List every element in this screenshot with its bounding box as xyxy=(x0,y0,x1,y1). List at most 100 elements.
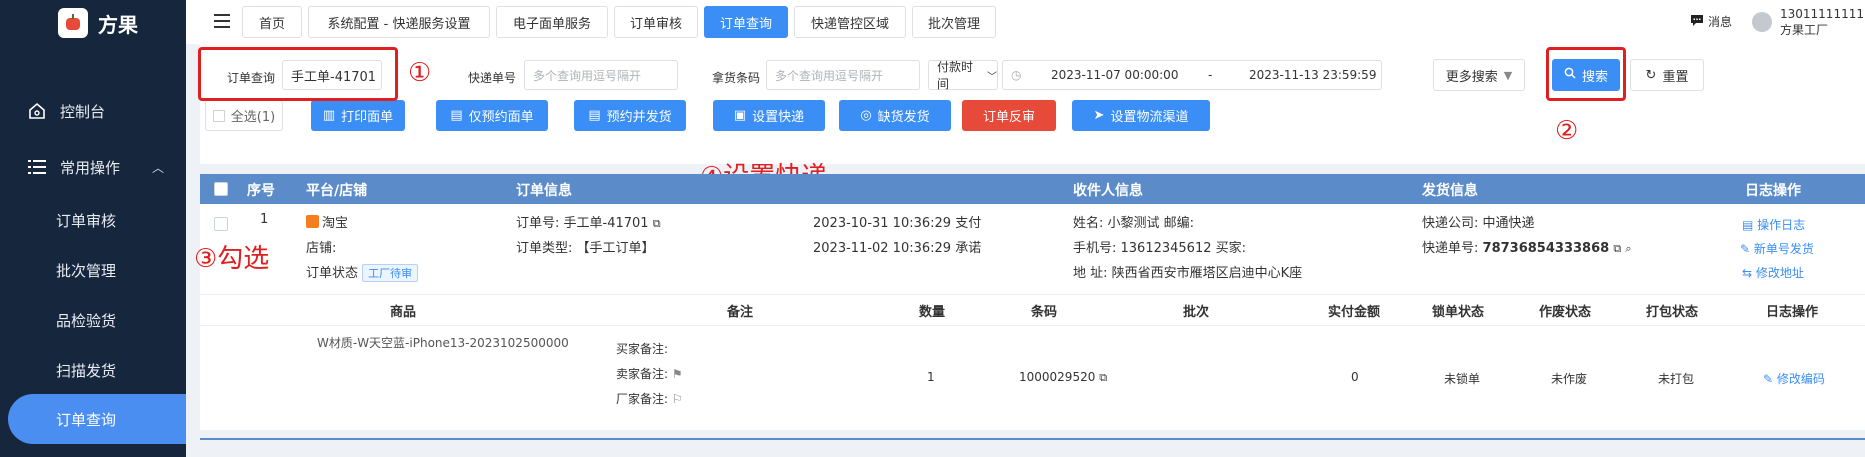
chat-icon xyxy=(1690,14,1704,30)
tab-e-waybill[interactable]: 电子面单服务 xyxy=(496,6,608,38)
header-checkbox[interactable] xyxy=(214,182,228,196)
messages-label: 消息 xyxy=(1708,15,1733,29)
col-product-log: 日志操作 xyxy=(1766,305,1819,320)
app-logo: 方果 xyxy=(0,0,186,46)
sidebar-item-scan-ship[interactable]: 扫描发货 xyxy=(0,360,186,381)
taobao-icon xyxy=(306,215,319,228)
sidebar-item-order-review[interactable]: 订单审核 xyxy=(0,210,186,231)
edit-address-link[interactable]: ⇆ 修改地址 xyxy=(1742,264,1804,281)
sidebar-item-dashboard[interactable]: 控制台 xyxy=(0,96,186,126)
tab-order-query[interactable]: 订单查询 xyxy=(704,6,788,38)
lock-status: 未锁单 xyxy=(1444,372,1481,386)
sidebar-item-inspection[interactable]: 品检验货 xyxy=(0,310,186,331)
print-waybill-button[interactable]: ▥ 打印面单 xyxy=(311,100,405,131)
list-icon xyxy=(26,156,48,178)
avatar[interactable] xyxy=(1752,12,1772,32)
date-start: 2023-11-07 00:00:00 xyxy=(1051,68,1179,82)
select-all-checkbox[interactable]: 全选(1) xyxy=(205,100,283,131)
express-company: 快递公司: 中通快递 xyxy=(1422,216,1535,231)
col-barcode: 条码 xyxy=(1031,305,1058,320)
flag-icon[interactable]: ⚑ xyxy=(672,367,683,381)
out-stock-ship-button[interactable]: ◎ 缺货发货 xyxy=(839,100,951,131)
reset-button[interactable]: ↻ 重置 xyxy=(1630,59,1704,91)
top-bar: 首页 系统配置 - 快递服务设置 电子面单服务 订单审核 订单查询 快递管控区域… xyxy=(186,0,1865,44)
tab-express-area[interactable]: 快递管控区域 xyxy=(794,6,906,38)
home-icon xyxy=(26,100,48,122)
user-info[interactable]: 13011111111 方果工厂 xyxy=(1780,6,1864,38)
time-type-select[interactable]: 付款时间 ﹀ xyxy=(928,60,998,91)
reserve-only-button[interactable]: ▤ 仅预约面单 xyxy=(436,100,548,131)
sidebar-item-batch[interactable]: 批次管理 xyxy=(0,260,186,281)
edit-icon: ✎ xyxy=(1763,372,1774,386)
order-number: 订单号: 手工单-41701 ⧉ xyxy=(516,212,661,231)
promised-time: 2023-11-02 10:36:29 承诺 xyxy=(813,241,982,256)
barcode-input[interactable]: 多个查询用逗号隔开 xyxy=(766,60,920,90)
more-search-label: 更多搜索 xyxy=(1445,69,1498,85)
date-range-picker[interactable]: ◷ 2023-11-07 00:00:00 - 2023-11-13 23:59… xyxy=(1002,60,1382,90)
send-icon: ➤ xyxy=(1093,108,1105,123)
annotation-1: ① xyxy=(408,58,432,88)
sidebar-item-label: 控制台 xyxy=(60,102,106,121)
table-header: 序号 平台/店铺 订单信息 收件人信息 发货信息 日志操作 xyxy=(200,174,1865,204)
col-index: 序号 xyxy=(247,183,275,199)
sidebar-group-common[interactable]: 常用操作 ︿ xyxy=(0,152,186,182)
col-note: 备注 xyxy=(727,305,754,320)
operation-log-link[interactable]: ▤ 操作日志 xyxy=(1742,216,1805,233)
col-amount: 实付金额 xyxy=(1328,305,1381,320)
col-shipping: 发货信息 xyxy=(1422,183,1478,199)
tracking-input[interactable]: 多个查询用逗号隔开 xyxy=(524,60,678,90)
order-type: 订单类型: 【手工订单】 xyxy=(516,241,655,256)
caret-down-icon: ▼ xyxy=(1503,68,1513,82)
date-separator: - xyxy=(1208,68,1213,82)
tab-batch[interactable]: 批次管理 xyxy=(912,6,996,38)
barcode-icon: ▥ xyxy=(322,108,336,123)
col-platform: 平台/店铺 xyxy=(306,183,368,199)
barcode-label: 拿货条码 xyxy=(712,71,761,85)
print-label: 打印面单 xyxy=(341,110,394,125)
col-log: 日志操作 xyxy=(1745,183,1801,199)
flag-icon[interactable]: ⚐ xyxy=(672,392,683,406)
set-channel-button[interactable]: ➤ 设置物流渠道 xyxy=(1072,100,1210,131)
buyer-note: 买家备注: xyxy=(616,342,669,356)
new-tracking-link[interactable]: ✎ 新单号发货 xyxy=(1740,240,1814,257)
chevron-up-icon: ︿ xyxy=(151,160,164,175)
reset-button-label: 重置 xyxy=(1662,69,1689,85)
reserve-ship-button[interactable]: ▤ 预约并发货 xyxy=(574,100,686,131)
more-search-button[interactable]: 更多搜索 ▼ xyxy=(1433,59,1525,91)
refresh-icon: ↻ xyxy=(1645,67,1657,83)
recipient-address: 地 址: 陕西省西安市雁塔区启迪中心K座 xyxy=(1073,266,1303,281)
tab-express-settings[interactable]: 系统配置 - 快递服务设置 xyxy=(308,6,490,38)
copy-icon[interactable]: ⧉ xyxy=(1613,242,1621,255)
messages-button[interactable]: 消息 xyxy=(1690,13,1732,30)
tracking-number-label: 快递单号: xyxy=(1422,241,1479,256)
user-phone: 13011111111 xyxy=(1780,7,1864,21)
barcode-value: 1000029520 xyxy=(1019,370,1096,384)
copy-icon[interactable]: ⧉ xyxy=(653,217,661,230)
order-status: 订单状态 工厂待审 xyxy=(306,262,419,282)
time-type-value: 付款时间 xyxy=(937,60,974,91)
col-void: 作废状态 xyxy=(1539,305,1592,320)
menu-toggle-icon[interactable] xyxy=(214,14,230,28)
recipient-name: 姓名: 小黎测试 邮编: xyxy=(1073,216,1195,231)
order-reverse-button[interactable]: 订单反审 xyxy=(962,100,1056,131)
copy-icon[interactable]: ⧉ xyxy=(1099,371,1107,384)
table-row: 1 淘宝 店铺: 订单状态 工厂待审 ③勾选 订单号: 手工单-41701 ⧉ … xyxy=(194,204,1865,294)
edit-address-label: 修改地址 xyxy=(1755,266,1804,280)
row-checkbox[interactable] xyxy=(214,217,228,231)
search-icon[interactable]: ⌕ xyxy=(1625,242,1631,255)
date-end: 2023-11-13 23:59:59 xyxy=(1249,68,1377,82)
void-status: 未作废 xyxy=(1551,372,1588,386)
divider xyxy=(200,438,1865,440)
edit-code-link[interactable]: ✎ 修改编码 xyxy=(1763,370,1825,387)
set-express-button[interactable]: ▣ 设置快递 xyxy=(713,100,825,131)
tab-order-review[interactable]: 订单审核 xyxy=(614,6,698,38)
tab-home[interactable]: 首页 xyxy=(242,6,302,38)
quantity: 1 xyxy=(927,370,935,384)
checkbox-icon xyxy=(212,109,225,122)
sidebar-item-order-query[interactable]: 订单查询 xyxy=(8,394,186,444)
reserve-only-label: 仅预约面单 xyxy=(468,110,534,125)
sidebar: 方果 控制台 常用操作 ︿ 订单审核 批次管理 品检验货 扫描发货 订单查询 xyxy=(0,0,186,457)
reserve-ship-label: 预约并发货 xyxy=(606,110,672,125)
logo-icon xyxy=(58,8,88,38)
factory-note: 厂家备注: ⚐ xyxy=(616,390,683,407)
